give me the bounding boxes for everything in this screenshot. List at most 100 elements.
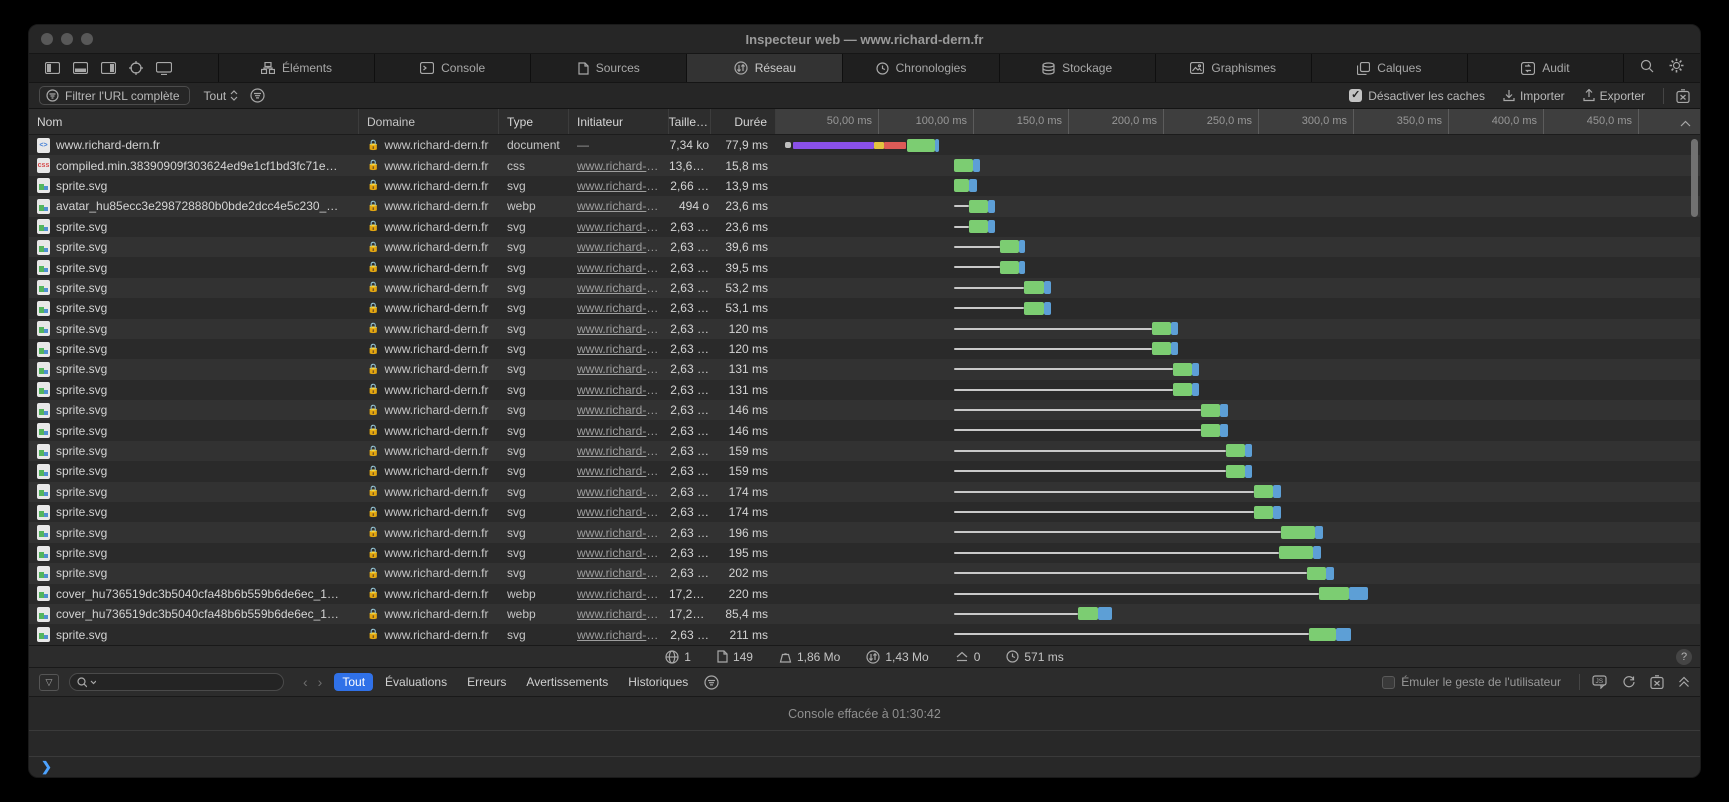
network-row[interactable]: csscompiled.min.38390909f303624ed9e1cf1b… [29, 155, 1700, 175]
initiator-link[interactable]: www.richard-d… [577, 199, 665, 213]
column-header-duration[interactable]: Durée [711, 109, 776, 134]
expand-console-icon[interactable] [1678, 676, 1690, 688]
console-tab-avertissements[interactable]: Avertissements [518, 673, 616, 691]
network-row[interactable]: sprite.svg🔒www.richard-dern.frsvgwww.ric… [29, 441, 1700, 461]
tab-storage[interactable]: Stockage [1000, 54, 1156, 82]
network-row[interactable]: sprite.svg🔒www.richard-dern.frsvgwww.ric… [29, 359, 1700, 379]
network-row[interactable]: sprite.svg🔒www.richard-dern.frsvgwww.ric… [29, 400, 1700, 420]
console-prompt-row[interactable]: ❯ [29, 756, 1700, 777]
timeline-tick-label: 100,00 ms [916, 115, 967, 127]
network-row[interactable]: sprite.svg🔒www.richard-dern.frsvgwww.ric… [29, 420, 1700, 440]
export-button[interactable]: Exporter [1583, 89, 1645, 103]
initiator-link[interactable]: www.richard-d… [577, 240, 665, 254]
network-row[interactable]: sprite.svg🔒www.richard-dern.frsvgwww.ric… [29, 482, 1700, 502]
network-row[interactable]: sprite.svg🔒www.richard-dern.frsvgwww.ric… [29, 522, 1700, 542]
device-icon[interactable] [156, 62, 172, 75]
dock-left-icon[interactable] [45, 62, 60, 74]
network-row[interactable]: sprite.svg🔒www.richard-dern.frsvgwww.ric… [29, 319, 1700, 339]
column-header-name[interactable]: Nom [29, 109, 359, 134]
initiator-link[interactable]: www.richard-d… [577, 342, 665, 356]
tab-layers[interactable]: Calques [1312, 54, 1468, 82]
element-picker-icon[interactable] [129, 61, 143, 75]
network-row[interactable]: sprite.svg🔒www.richard-dern.frsvgwww.ric… [29, 237, 1700, 257]
network-row[interactable]: sprite.svg🔒www.richard-dern.frsvgwww.ric… [29, 298, 1700, 318]
initiator-link[interactable]: www.richard-d… [577, 485, 665, 499]
network-row[interactable]: sprite.svg🔒www.richard-dern.frsvgwww.ric… [29, 380, 1700, 400]
column-header-initiator[interactable]: Initiateur [569, 109, 669, 134]
network-row[interactable]: sprite.svg🔒www.richard-dern.frsvgwww.ric… [29, 624, 1700, 644]
clear-console-icon[interactable] [1650, 675, 1664, 689]
console-search-field[interactable] [69, 673, 284, 691]
initiator-link[interactable]: www.richard-d… [577, 281, 665, 295]
initiator-link[interactable]: www.richard-d… [577, 179, 665, 193]
console-search-input[interactable] [99, 675, 276, 689]
initiator-link[interactable]: www.richard-d… [577, 464, 665, 478]
initiator-link[interactable]: www.richard-d… [577, 362, 665, 376]
search-icon[interactable] [1640, 59, 1654, 78]
network-row[interactable]: cover_hu736519dc3b5040cfa48b6b559b6de6ec… [29, 584, 1700, 604]
initiator-link[interactable]: www.richard-d… [577, 546, 665, 560]
console-tab-erreurs[interactable]: Erreurs [459, 673, 514, 691]
collapse-timeline-icon[interactable] [1680, 118, 1691, 130]
dock-right-icon[interactable] [101, 62, 116, 74]
console-tab-evaluations[interactable]: Évaluations [377, 673, 455, 691]
network-row[interactable]: sprite.svg🔒www.richard-dern.frsvgwww.ric… [29, 217, 1700, 237]
column-header-type[interactable]: Type [499, 109, 569, 134]
network-row[interactable]: sprite.svg🔒www.richard-dern.frsvgwww.ric… [29, 176, 1700, 196]
network-row[interactable]: cover_hu736519dc3b5040cfa48b6b559b6de6ec… [29, 604, 1700, 624]
network-row[interactable]: sprite.svg🔒www.richard-dern.frsvgwww.ric… [29, 257, 1700, 277]
tab-timelines[interactable]: Chronologies [843, 54, 999, 82]
initiator-link[interactable]: www.richard-d… [577, 607, 665, 621]
network-row[interactable]: sprite.svg🔒www.richard-dern.frsvgwww.ric… [29, 278, 1700, 298]
initiator-link[interactable]: www.richard-d… [577, 444, 665, 458]
scrollbar-thumb[interactable] [1691, 139, 1698, 217]
js-context-icon[interactable]: JS [1592, 675, 1608, 689]
console-tab-historiques[interactable]: Historiques [620, 673, 696, 691]
initiator-link[interactable]: www.richard-d… [577, 383, 665, 397]
initiator-link[interactable]: www.richard-d… [577, 159, 665, 173]
initiator-link[interactable]: www.richard-d… [577, 566, 665, 580]
previous-result-button[interactable]: ‹ [303, 674, 308, 690]
import-button[interactable]: Importer [1503, 89, 1565, 103]
tab-network[interactable]: Réseau [687, 54, 843, 82]
network-row[interactable]: sprite.svg🔒www.richard-dern.frsvgwww.ric… [29, 563, 1700, 583]
initiator-link[interactable]: www.richard-d… [577, 505, 665, 519]
clear-network-items-icon[interactable] [1676, 89, 1690, 103]
network-row[interactable]: sprite.svg🔒www.richard-dern.frsvgwww.ric… [29, 339, 1700, 359]
initiator-link[interactable]: www.richard-d… [577, 587, 665, 601]
column-header-size[interactable]: Taille… [669, 109, 711, 134]
emulate-user-gesture-checkbox[interactable]: Émuler le geste de l'utilisateur [1382, 675, 1561, 689]
help-button[interactable]: ? [1676, 649, 1692, 665]
reload-icon[interactable] [1622, 675, 1636, 689]
tab-audit[interactable]: Audit [1468, 54, 1624, 82]
sort-filter-icon[interactable] [250, 88, 265, 103]
network-row[interactable]: <>www.richard-dern.fr🔒www.richard-dern.f… [29, 135, 1700, 155]
initiator-link[interactable]: www.richard-d… [577, 301, 665, 315]
next-result-button[interactable]: › [318, 674, 323, 690]
tab-sources[interactable]: Sources [531, 54, 687, 82]
column-header-domain[interactable]: Domaine [359, 109, 499, 134]
initiator-link[interactable]: www.richard-d… [577, 424, 665, 438]
url-filter-field[interactable]: Filtrer l'URL complète [39, 86, 190, 105]
type-filter-select[interactable]: Tout [204, 89, 239, 103]
initiator-link[interactable]: www.richard-d… [577, 628, 665, 642]
network-row[interactable]: sprite.svg🔒www.richard-dern.frsvgwww.ric… [29, 461, 1700, 481]
network-row[interactable]: sprite.svg🔒www.richard-dern.frsvgwww.ric… [29, 543, 1700, 563]
disable-caches-checkbox[interactable]: ✓ Désactiver les caches [1349, 89, 1485, 103]
initiator-link[interactable]: www.richard-d… [577, 403, 665, 417]
initiator-link[interactable]: www.richard-d… [577, 261, 665, 275]
network-row[interactable]: sprite.svg🔒www.richard-dern.frsvgwww.ric… [29, 502, 1700, 522]
initiator-link[interactable]: www.richard-d… [577, 526, 665, 540]
tab-graphics[interactable]: Graphismes [1156, 54, 1312, 82]
network-row[interactable]: avatar_hu85ecc3e298728880b0bde2dcc4e5c23… [29, 196, 1700, 216]
initiator-link[interactable]: www.richard-d… [577, 220, 665, 234]
dock-bottom-icon[interactable] [73, 62, 88, 74]
gear-icon[interactable] [1669, 58, 1684, 78]
tab-console[interactable]: Console [375, 54, 531, 82]
resource-domain: 🔒www.richard-dern.fr [359, 383, 499, 397]
console-filter-icon[interactable] [704, 675, 719, 690]
tab-elements[interactable]: Éléments [219, 54, 375, 82]
console-scope-button[interactable]: ▽ [39, 674, 59, 691]
console-tab-tout[interactable]: Tout [334, 673, 373, 691]
initiator-link[interactable]: www.richard-d… [577, 322, 665, 336]
